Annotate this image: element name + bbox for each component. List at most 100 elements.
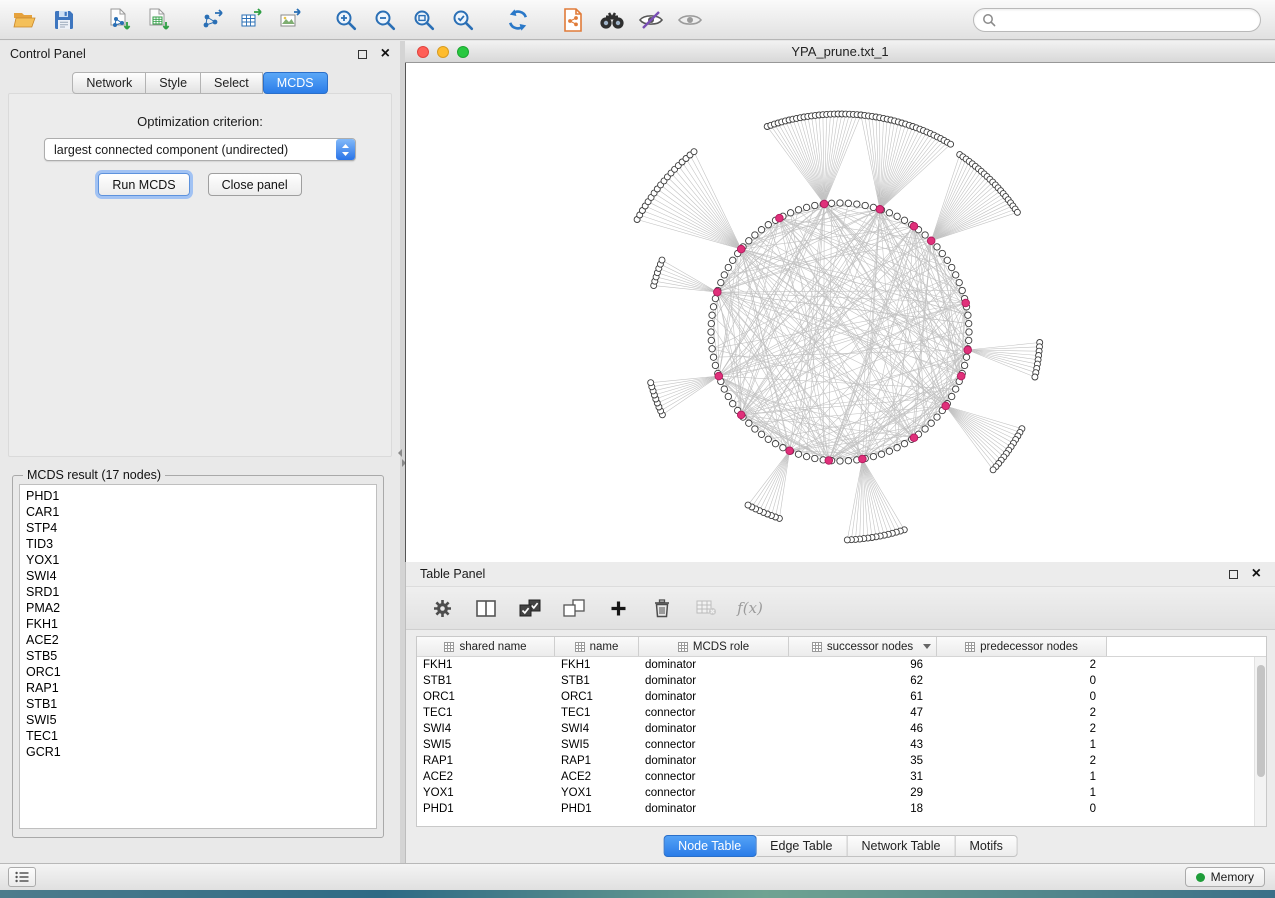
deselect-all-button[interactable] <box>562 596 586 620</box>
table-row[interactable]: TEC1TEC1connector472 <box>417 705 1266 721</box>
show-all-button[interactable] <box>675 5 705 35</box>
hide-selected-button[interactable] <box>636 5 666 35</box>
unchecked-boxes-icon <box>563 599 585 617</box>
search-box[interactable] <box>973 8 1261 32</box>
zoom-out-button[interactable] <box>370 5 400 35</box>
table-cell: 47 <box>789 707 937 719</box>
delete-column-button[interactable] <box>650 596 674 620</box>
export-to-web-button[interactable] <box>558 5 588 35</box>
mcds-node-item[interactable]: STB5 <box>26 648 370 664</box>
sort-caret-icon[interactable] <box>923 644 931 649</box>
column-header-successor-nodes[interactable]: successor nodes <box>789 637 937 656</box>
mcds-node-item[interactable]: SWI5 <box>26 712 370 728</box>
mcds-node-item[interactable]: CAR1 <box>26 504 370 520</box>
table-row[interactable]: ORC1ORC1dominator610 <box>417 689 1266 705</box>
close-panel-button[interactable]: Close panel <box>208 173 302 196</box>
tab-style[interactable]: Style <box>146 72 201 94</box>
mcds-node-item[interactable]: STP4 <box>26 520 370 536</box>
scrollbar-thumb[interactable] <box>1257 665 1265 777</box>
save-session-button[interactable] <box>49 5 79 35</box>
table-cell: 1 <box>937 787 1107 799</box>
table-panel: Table Panel × f(x) shared name name MCDS… <box>405 562 1275 863</box>
table-row[interactable]: STB1STB1dominator620 <box>417 673 1266 689</box>
zoom-selected-button[interactable] <box>448 5 478 35</box>
zoom-fit-button[interactable] <box>409 5 439 35</box>
mcds-node-item[interactable]: FKH1 <box>26 616 370 632</box>
float-panel-icon[interactable] <box>358 50 367 59</box>
search-input[interactable] <box>1001 13 1252 27</box>
tab-motifs[interactable]: Motifs <box>955 835 1017 857</box>
tab-edge-table[interactable]: Edge Table <box>756 835 847 857</box>
window-close-button[interactable] <box>417 46 429 58</box>
optimization-criterion-select[interactable]: largest connected component (undirected) <box>44 138 356 161</box>
table-row[interactable]: RAP1RAP1dominator352 <box>417 753 1266 769</box>
mcds-node-item[interactable]: PMA2 <box>26 600 370 616</box>
tab-select[interactable]: Select <box>201 72 263 94</box>
run-mcds-button[interactable]: Run MCDS <box>98 173 189 196</box>
mcds-node-item[interactable]: TID3 <box>26 536 370 552</box>
network-canvas[interactable] <box>405 63 1275 562</box>
export-table-button[interactable] <box>237 5 267 35</box>
table-row[interactable]: FKH1FKH1dominator962 <box>417 657 1266 673</box>
table-scrollbar[interactable] <box>1254 657 1266 826</box>
table-cell: dominator <box>639 659 789 671</box>
attribute-icon <box>678 642 688 652</box>
hidden-panels-button[interactable] <box>8 867 36 887</box>
mcds-node-item[interactable]: RAP1 <box>26 680 370 696</box>
plus-icon <box>610 600 627 617</box>
gear-icon <box>433 599 452 618</box>
mcds-node-item[interactable]: SRD1 <box>26 584 370 600</box>
table-row[interactable]: YOX1YOX1connector291 <box>417 785 1266 801</box>
network-view-window: YPA_prune.txt_1 <box>405 41 1275 562</box>
export-network-button[interactable] <box>198 5 228 35</box>
search-network-button[interactable] <box>597 5 627 35</box>
mcds-node-item[interactable]: ORC1 <box>26 664 370 680</box>
table-row[interactable]: ACE2ACE2connector311 <box>417 769 1266 785</box>
mcds-node-item[interactable]: ACE2 <box>26 632 370 648</box>
column-header-shared-name[interactable]: shared name <box>417 637 555 656</box>
export-image-button[interactable] <box>276 5 306 35</box>
column-header-name[interactable]: name <box>555 637 639 656</box>
window-maximize-button[interactable] <box>457 46 469 58</box>
table-row[interactable]: PHD1PHD1dominator180 <box>417 801 1266 817</box>
memory-button[interactable]: Memory <box>1185 867 1265 887</box>
add-column-button[interactable] <box>606 596 630 620</box>
function-builder-button[interactable]: f(x) <box>738 596 762 620</box>
network-window-titlebar[interactable]: YPA_prune.txt_1 <box>405 41 1275 63</box>
window-minimize-button[interactable] <box>437 46 449 58</box>
tab-network-table[interactable]: Network Table <box>848 835 956 857</box>
tab-node-table[interactable]: Node Table <box>663 835 756 857</box>
select-all-button[interactable] <box>518 596 542 620</box>
show-columns-button[interactable] <box>474 596 498 620</box>
table-cell: STB1 <box>417 675 555 687</box>
import-table-button[interactable] <box>143 5 173 35</box>
tab-mcds[interactable]: MCDS <box>263 72 328 94</box>
import-network-button[interactable] <box>104 5 134 35</box>
memory-label: Memory <box>1211 870 1254 884</box>
mcds-node-item[interactable]: TEC1 <box>26 728 370 744</box>
open-file-button[interactable] <box>10 5 40 35</box>
column-header-predecessor-nodes[interactable]: predecessor nodes <box>937 637 1107 656</box>
table-body[interactable]: FKH1FKH1dominator962STB1STB1dominator620… <box>417 657 1266 817</box>
mcds-node-item[interactable]: GCR1 <box>26 744 370 760</box>
mcds-node-item[interactable]: PHD1 <box>26 488 370 504</box>
delete-table-button[interactable] <box>694 596 718 620</box>
column-header-mcds-role[interactable]: MCDS role <box>639 637 789 656</box>
table-cell: connector <box>639 739 789 751</box>
mcds-node-item[interactable]: SWI4 <box>26 568 370 584</box>
table-row[interactable]: SWI4SWI4dominator462 <box>417 721 1266 737</box>
mcds-node-item[interactable]: YOX1 <box>26 552 370 568</box>
table-row[interactable]: SWI5SWI5connector431 <box>417 737 1266 753</box>
tab-network[interactable]: Network <box>72 72 146 94</box>
collapse-panel-icon[interactable] <box>398 449 402 457</box>
close-control-panel-icon[interactable]: × <box>381 46 390 62</box>
mcds-node-item[interactable]: STB1 <box>26 696 370 712</box>
close-table-panel-icon[interactable]: × <box>1252 566 1261 582</box>
table-settings-button[interactable] <box>430 596 454 620</box>
float-table-panel-icon[interactable] <box>1229 570 1238 579</box>
zoom-in-button[interactable] <box>331 5 361 35</box>
control-panel-header: Control Panel × <box>0 41 400 67</box>
apply-layout-button[interactable] <box>503 5 533 35</box>
mcds-result-list[interactable]: PHD1CAR1STP4TID3YOX1SWI4SRD1PMA2FKH1ACE2… <box>19 484 377 829</box>
network-graph[interactable] <box>406 63 1275 562</box>
